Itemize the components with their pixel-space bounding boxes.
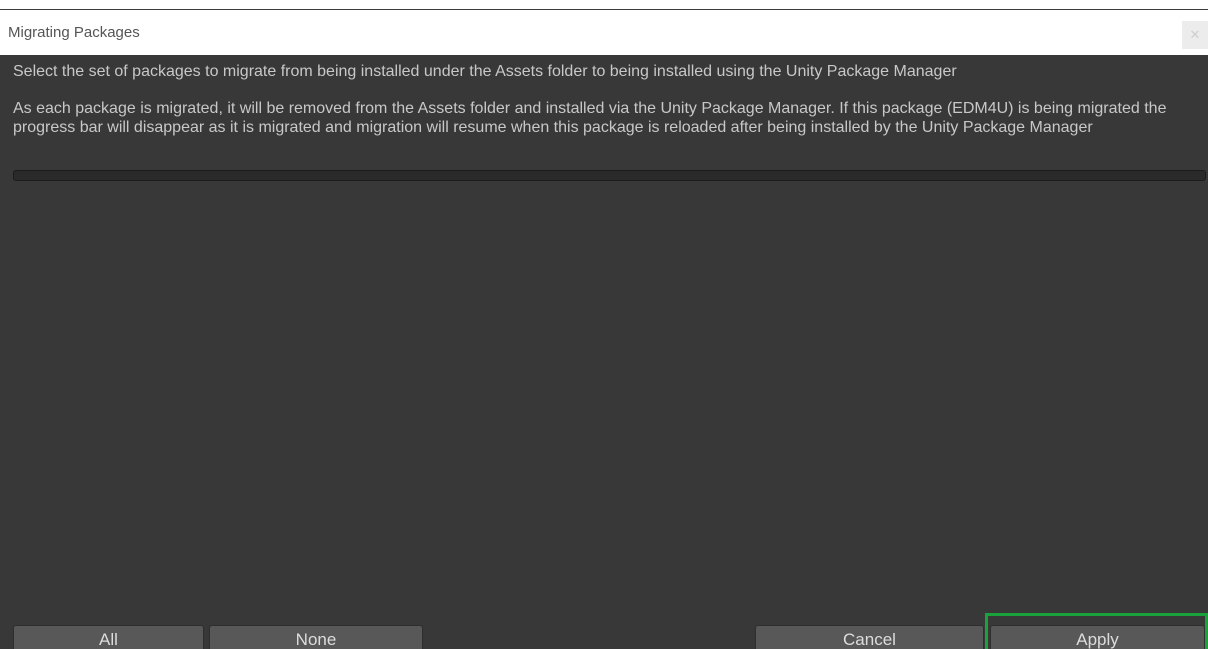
cancel-button[interactable]: Cancel [755,625,984,649]
title-bar[interactable]: Migrating Packages ✕ [0,10,1208,55]
top-border [0,0,1208,10]
intro-text: Select the set of packages to migrate fr… [13,63,957,80]
close-icon: ✕ [1189,27,1201,42]
select-all-button[interactable]: All [13,625,204,649]
close-button[interactable]: ✕ [1182,21,1208,49]
select-none-button[interactable]: None [209,625,423,649]
detail-text: As each package is migrated, it will be … [13,100,1167,136]
migration-progress-bar [13,170,1206,181]
window-title: Migrating Packages [8,24,140,41]
package-list[interactable] [13,185,1206,615]
apply-button[interactable]: Apply [990,625,1205,649]
dialog-content: Select the set of packages to migrate fr… [0,55,1208,649]
migrating-packages-window: Migrating Packages ✕ Select the set of p… [0,0,1208,649]
